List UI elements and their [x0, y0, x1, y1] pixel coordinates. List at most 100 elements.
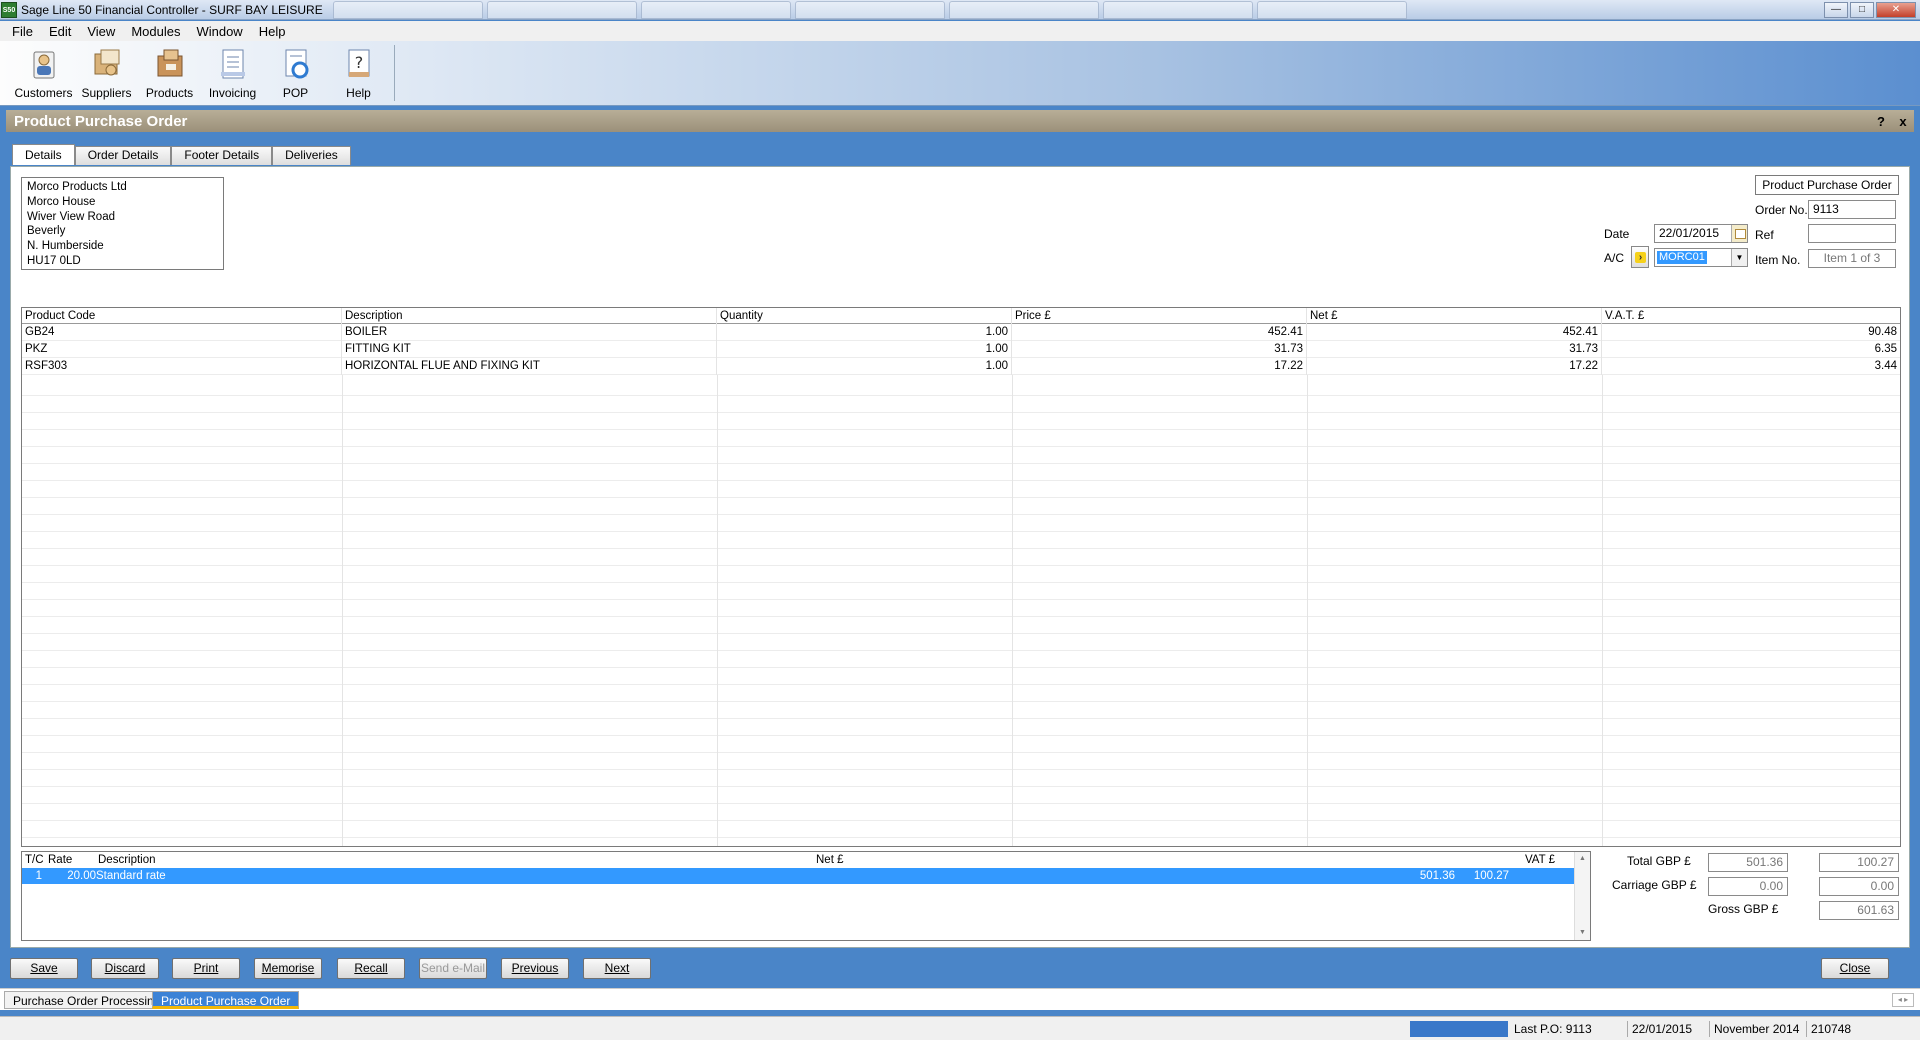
- tab-deliveries[interactable]: Deliveries: [272, 146, 351, 165]
- quantity-cell[interactable]: 1.00: [717, 324, 1012, 341]
- product-code-cell[interactable]: RSF303: [22, 358, 342, 375]
- products-icon: [157, 49, 182, 77]
- column-header[interactable]: Quantity: [717, 308, 1012, 325]
- description-cell[interactable]: BOILER: [342, 324, 717, 341]
- date-field[interactable]: 22/01/2015: [1654, 224, 1748, 243]
- table-row[interactable]: PKZ FITTING KIT 1.00 31.73 31.73 6.35: [22, 341, 1900, 358]
- price-cell[interactable]: 17.22: [1012, 358, 1307, 375]
- close-button[interactable]: Close: [1821, 958, 1889, 979]
- column-header: T/C: [25, 854, 44, 866]
- product-code-cell[interactable]: GB24: [22, 324, 342, 341]
- background-tab[interactable]: [640, 0, 791, 19]
- net-cell[interactable]: 452.41: [1307, 324, 1602, 341]
- status-last-po: Last P.O: 9113: [1514, 1022, 1592, 1036]
- net-cell[interactable]: 17.22: [1307, 358, 1602, 375]
- window-tab-purchase-order-processing[interactable]: Purchase Order Processing: [4, 991, 170, 1009]
- column-header[interactable]: Net £: [1307, 308, 1602, 325]
- tab-details[interactable]: Details: [12, 144, 75, 165]
- toolbar-pop[interactable]: POP: [264, 41, 327, 106]
- window-close-button[interactable]: x: [1892, 114, 1914, 129]
- status-code: 210748: [1806, 1021, 1851, 1037]
- toolbar-help[interactable]: ? Help: [327, 41, 390, 106]
- toolbar-label: Invoicing: [208, 86, 257, 100]
- scroll-down-icon[interactable]: ▼: [1575, 926, 1590, 940]
- column-header: Net £: [816, 854, 844, 866]
- vat-description-cell[interactable]: Standard rate: [96, 868, 816, 884]
- memorise-button[interactable]: Memorise: [254, 958, 322, 979]
- chevron-down-icon[interactable]: ▼: [1731, 249, 1747, 266]
- background-tab[interactable]: [794, 0, 945, 19]
- next-button[interactable]: Next: [583, 958, 651, 979]
- document-type-button[interactable]: Product Purchase Order: [1755, 175, 1899, 195]
- background-tab[interactable]: [1256, 0, 1407, 19]
- ref-field[interactable]: [1808, 224, 1896, 243]
- menu-file[interactable]: File: [4, 24, 41, 39]
- maximize-icon[interactable]: □: [1850, 1, 1874, 18]
- table-row[interactable]: GB24 BOILER 1.00 452.41 452.41 90.48: [22, 324, 1900, 341]
- print-button[interactable]: Print: [172, 958, 240, 979]
- background-tab[interactable]: [486, 0, 637, 19]
- window-tab-product-purchase-order[interactable]: Product Purchase Order: [152, 991, 300, 1009]
- description-cell[interactable]: HORIZONTAL FLUE AND FIXING KIT: [342, 358, 717, 375]
- toolbar-invoicing[interactable]: Invoicing: [201, 41, 264, 106]
- address-line: Wiver View Road: [27, 210, 115, 223]
- column-header[interactable]: Price £: [1012, 308, 1307, 325]
- background-tab[interactable]: [1102, 0, 1253, 19]
- window-help-button[interactable]: ?: [1870, 114, 1892, 129]
- tab-order-details[interactable]: Order Details: [74, 146, 172, 165]
- column-header[interactable]: Product Code: [22, 308, 342, 325]
- grid-empty-rows[interactable]: [22, 379, 1900, 846]
- toolbar-suppliers[interactable]: Suppliers: [75, 41, 138, 106]
- menu-edit[interactable]: Edit: [41, 24, 79, 39]
- quantity-cell[interactable]: 1.00: [717, 341, 1012, 358]
- tab-scroll-arrows-icon[interactable]: ◂ ▸: [1892, 993, 1914, 1007]
- vat-net-cell[interactable]: 501.36: [859, 868, 1459, 884]
- recall-button[interactable]: Recall: [337, 958, 405, 979]
- vat-scrollbar[interactable]: ▲ ▼: [1574, 852, 1590, 940]
- toolbar-customers[interactable]: Customers: [12, 41, 75, 106]
- description-cell[interactable]: FITTING KIT: [342, 341, 717, 358]
- vat-cell[interactable]: 6.35: [1602, 341, 1900, 358]
- calendar-icon[interactable]: [1731, 225, 1747, 242]
- order-items-grid[interactable]: Product Code Description Quantity Price …: [21, 307, 1901, 847]
- previous-button[interactable]: Previous: [501, 958, 569, 979]
- menu-view[interactable]: View: [79, 24, 123, 39]
- product-code-cell[interactable]: PKZ: [22, 341, 342, 358]
- order-no-field[interactable]: 9113: [1808, 200, 1896, 219]
- total-label: Total GBP £: [1627, 854, 1691, 868]
- tab-footer-details[interactable]: Footer Details: [171, 146, 273, 165]
- menu-help[interactable]: Help: [251, 24, 294, 39]
- gross-total-field: 601.63: [1819, 901, 1899, 920]
- account-select[interactable]: MORC01 ▼: [1654, 248, 1748, 267]
- background-tab[interactable]: [948, 0, 1099, 19]
- quantity-cell[interactable]: 1.00: [717, 358, 1012, 375]
- scroll-up-icon[interactable]: ▲: [1575, 852, 1590, 866]
- column-header[interactable]: V.A.T. £: [1602, 308, 1900, 325]
- toolbar-products[interactable]: Products: [138, 41, 201, 106]
- tax-code-cell[interactable]: 1: [22, 868, 46, 884]
- help-icon: ?: [348, 49, 369, 77]
- vat-cell[interactable]: 3.44: [1602, 358, 1900, 375]
- column-header[interactable]: Description: [342, 308, 717, 325]
- price-cell[interactable]: 452.41: [1012, 324, 1307, 341]
- vat-analysis-grid[interactable]: T/C Rate Description Net £ VAT £ 1 20.00…: [21, 851, 1591, 941]
- save-button[interactable]: Save: [10, 958, 78, 979]
- minimize-icon[interactable]: —: [1824, 1, 1848, 18]
- order-no-label: Order No.: [1755, 203, 1808, 217]
- window-close-icon[interactable]: ✕: [1876, 1, 1916, 18]
- menu-window[interactable]: Window: [188, 24, 250, 39]
- rate-cell[interactable]: 20.00: [46, 868, 96, 884]
- net-cell[interactable]: 31.73: [1307, 341, 1602, 358]
- background-tab[interactable]: [332, 0, 483, 19]
- send-email-button[interactable]: Send e-Mail: [419, 958, 487, 979]
- price-cell[interactable]: 31.73: [1012, 341, 1307, 358]
- vat-amount-cell[interactable]: 100.27: [1459, 868, 1511, 884]
- supplier-address-box[interactable]: Morco Products Ltd Morco House Wiver Vie…: [21, 177, 224, 270]
- account-lookup-button[interactable]: ›: [1631, 246, 1649, 268]
- menu-modules[interactable]: Modules: [123, 24, 188, 39]
- discard-button[interactable]: Discard: [91, 958, 159, 979]
- vat-row-selected[interactable]: 1 20.00 Standard rate 501.36 100.27: [22, 868, 1574, 884]
- vat-cell[interactable]: 90.48: [1602, 324, 1900, 341]
- table-row[interactable]: RSF303 HORIZONTAL FLUE AND FIXING KIT 1.…: [22, 358, 1900, 375]
- address-line: Morco House: [27, 195, 96, 208]
